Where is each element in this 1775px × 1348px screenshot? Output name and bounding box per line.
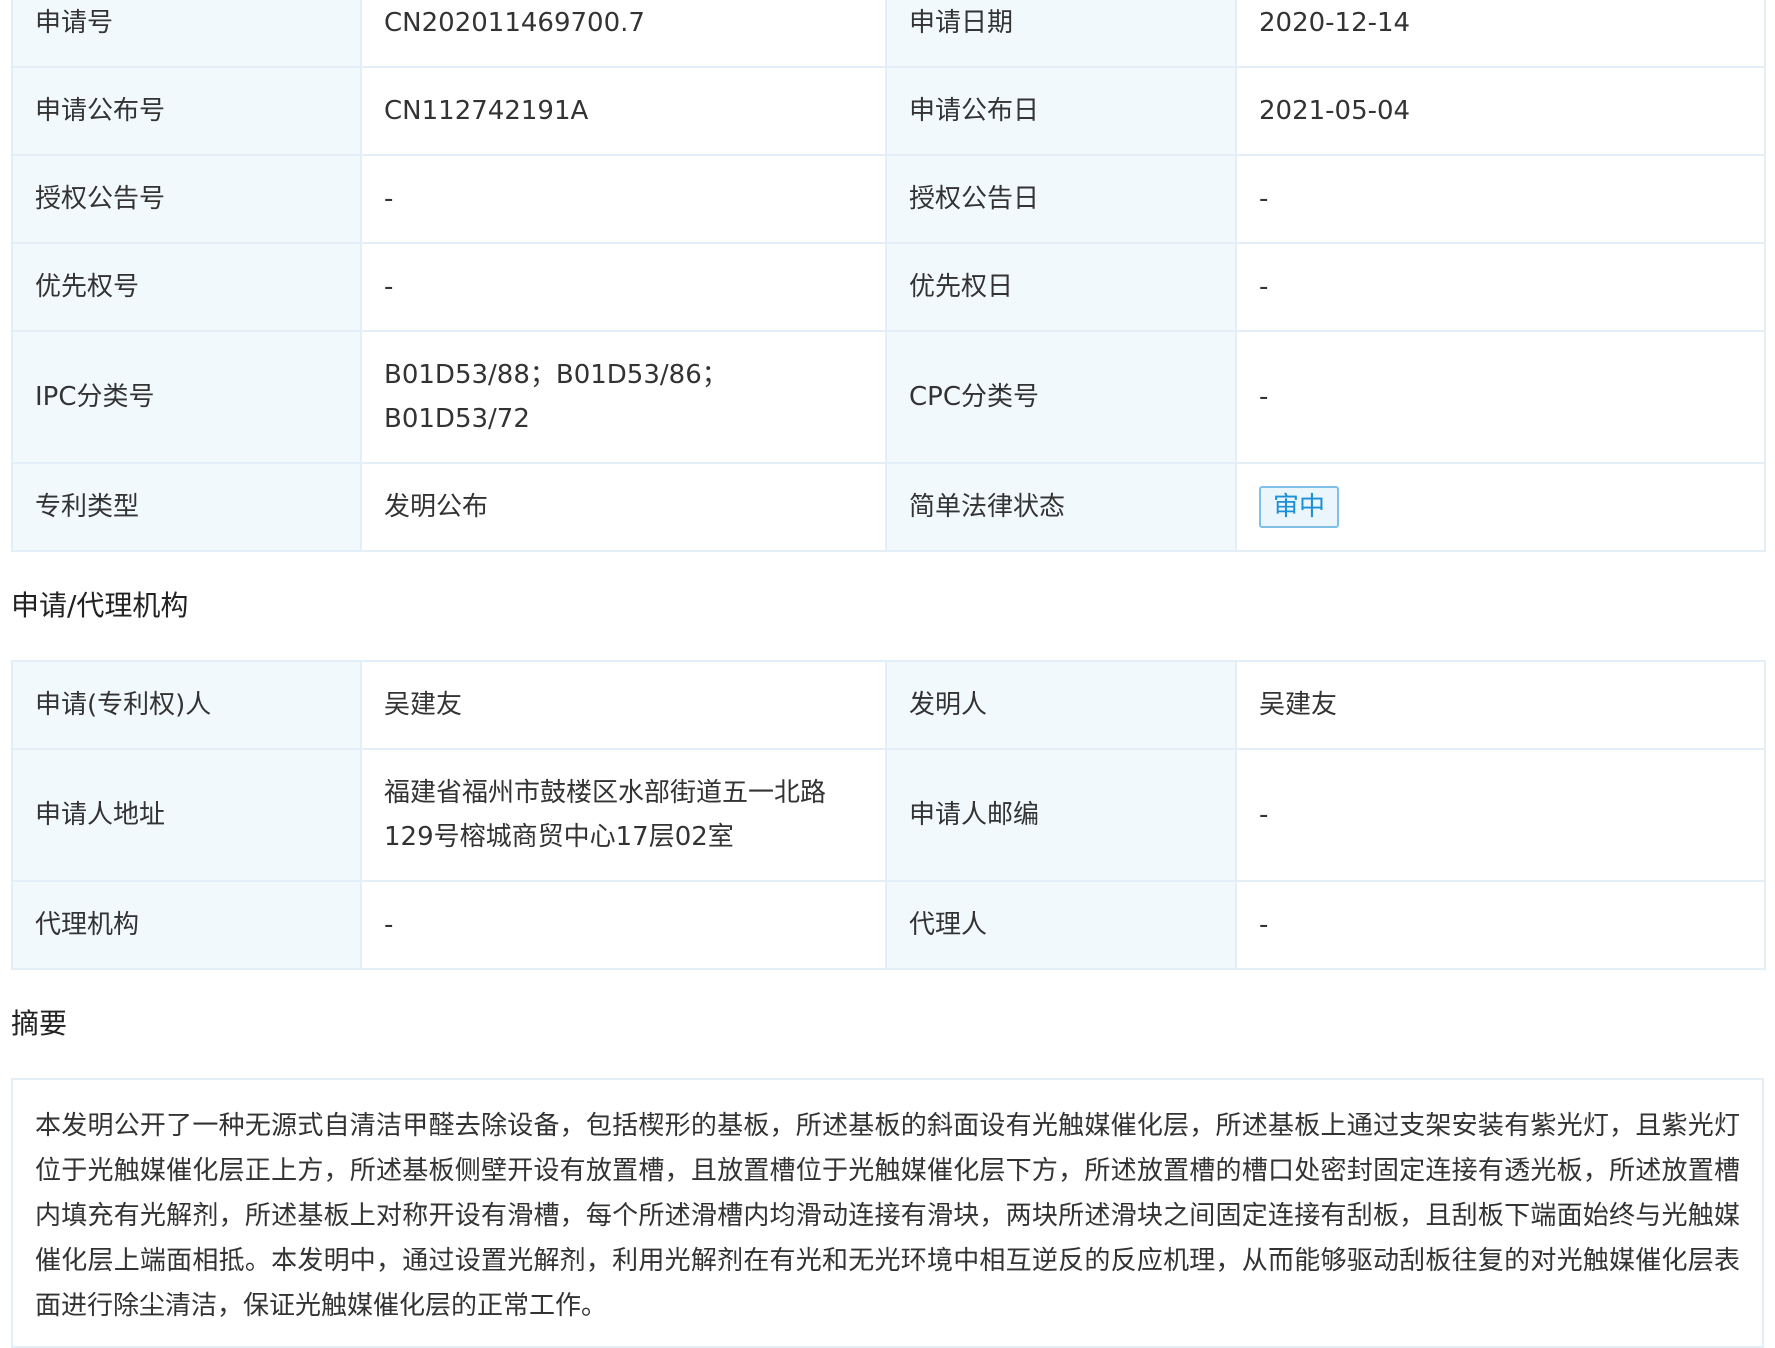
applicant-address-label: 申请人地址: [11, 748, 362, 882]
abstract-text: 本发明公开了一种无源式自清洁甲醛去除设备，包括楔形的基板，所述基板的斜面设有光触…: [11, 1078, 1764, 1348]
table-row: 优先权号 - 优先权日 -: [11, 242, 1766, 332]
table-row: 代理机构 - 代理人 -: [11, 880, 1766, 970]
ipc-value: B01D53/88；B01D53/86；B01D53/72: [360, 330, 887, 464]
cpc-label: CPC分类号: [885, 330, 1237, 464]
applicant-address-value: 福建省福州市鼓楼区水部街道五一北路129号榕城商贸中心17层02室: [360, 748, 887, 882]
grant-date-label: 授权公告日: [885, 154, 1237, 244]
basic-info-table: 申请号 CN202011469700.7 申请日期 2020-12-14 申请公…: [11, 0, 1766, 552]
table-row: 申请人地址 福建省福州市鼓楼区水部街道五一北路129号榕城商贸中心17层02室 …: [11, 748, 1766, 882]
application-number-value: CN202011469700.7: [360, 0, 887, 68]
priority-date-label: 优先权日: [885, 242, 1237, 332]
priority-number-value: -: [360, 242, 887, 332]
table-row: IPC分类号 B01D53/88；B01D53/86；B01D53/72 CPC…: [11, 330, 1766, 464]
applicant-postcode-label: 申请人邮编: [885, 748, 1237, 882]
applicant-value: 吴建友: [360, 660, 887, 750]
agency-value: -: [360, 880, 887, 970]
publication-date-label: 申请公布日: [885, 66, 1237, 156]
agency-section-title: 申请/代理机构: [11, 589, 189, 622]
applicant-label: 申请(专利权)人: [11, 660, 362, 750]
applicant-postcode-value: -: [1235, 748, 1766, 882]
legal-status-label: 简单法律状态: [885, 462, 1237, 552]
priority-date-value: -: [1235, 242, 1766, 332]
grant-date-value: -: [1235, 154, 1766, 244]
table-row: 申请号 CN202011469700.7 申请日期 2020-12-14: [11, 0, 1766, 68]
priority-number-label: 优先权号: [11, 242, 362, 332]
table-row: 申请(专利权)人 吴建友 发明人 吴建友: [11, 660, 1766, 750]
publication-date-value: 2021-05-04: [1235, 66, 1766, 156]
legal-status-badge: 审中: [1259, 486, 1340, 528]
table-row: 授权公告号 - 授权公告日 -: [11, 154, 1766, 244]
inventor-value: 吴建友: [1235, 660, 1766, 750]
table-row: 申请公布号 CN112742191A 申请公布日 2021-05-04: [11, 66, 1766, 156]
agency-label: 代理机构: [11, 880, 362, 970]
cpc-value: -: [1235, 330, 1766, 464]
patent-type-value: 发明公布: [360, 462, 887, 552]
legal-status-cell: 审中: [1235, 462, 1766, 552]
publication-number-value: CN112742191A: [360, 66, 887, 156]
table-row: 专利类型 发明公布 简单法律状态 审中: [11, 462, 1766, 552]
agency-table: 申请(专利权)人 吴建友 发明人 吴建友 申请人地址 福建省福州市鼓楼区水部街道…: [11, 660, 1766, 970]
grant-number-value: -: [360, 154, 887, 244]
patent-detail: 申请号 CN202011469700.7 申请日期 2020-12-14 申请公…: [11, 0, 1766, 1348]
application-number-label: 申请号: [11, 0, 362, 68]
inventor-label: 发明人: [885, 660, 1237, 750]
grant-number-label: 授权公告号: [11, 154, 362, 244]
publication-number-label: 申请公布号: [11, 66, 362, 156]
application-date-label: 申请日期: [885, 0, 1237, 68]
agent-label: 代理人: [885, 880, 1237, 970]
ipc-label: IPC分类号: [11, 330, 362, 464]
application-date-value: 2020-12-14: [1235, 0, 1766, 68]
agent-value: -: [1235, 880, 1766, 970]
abstract-section-title: 摘要: [11, 1007, 68, 1040]
patent-type-label: 专利类型: [11, 462, 362, 552]
